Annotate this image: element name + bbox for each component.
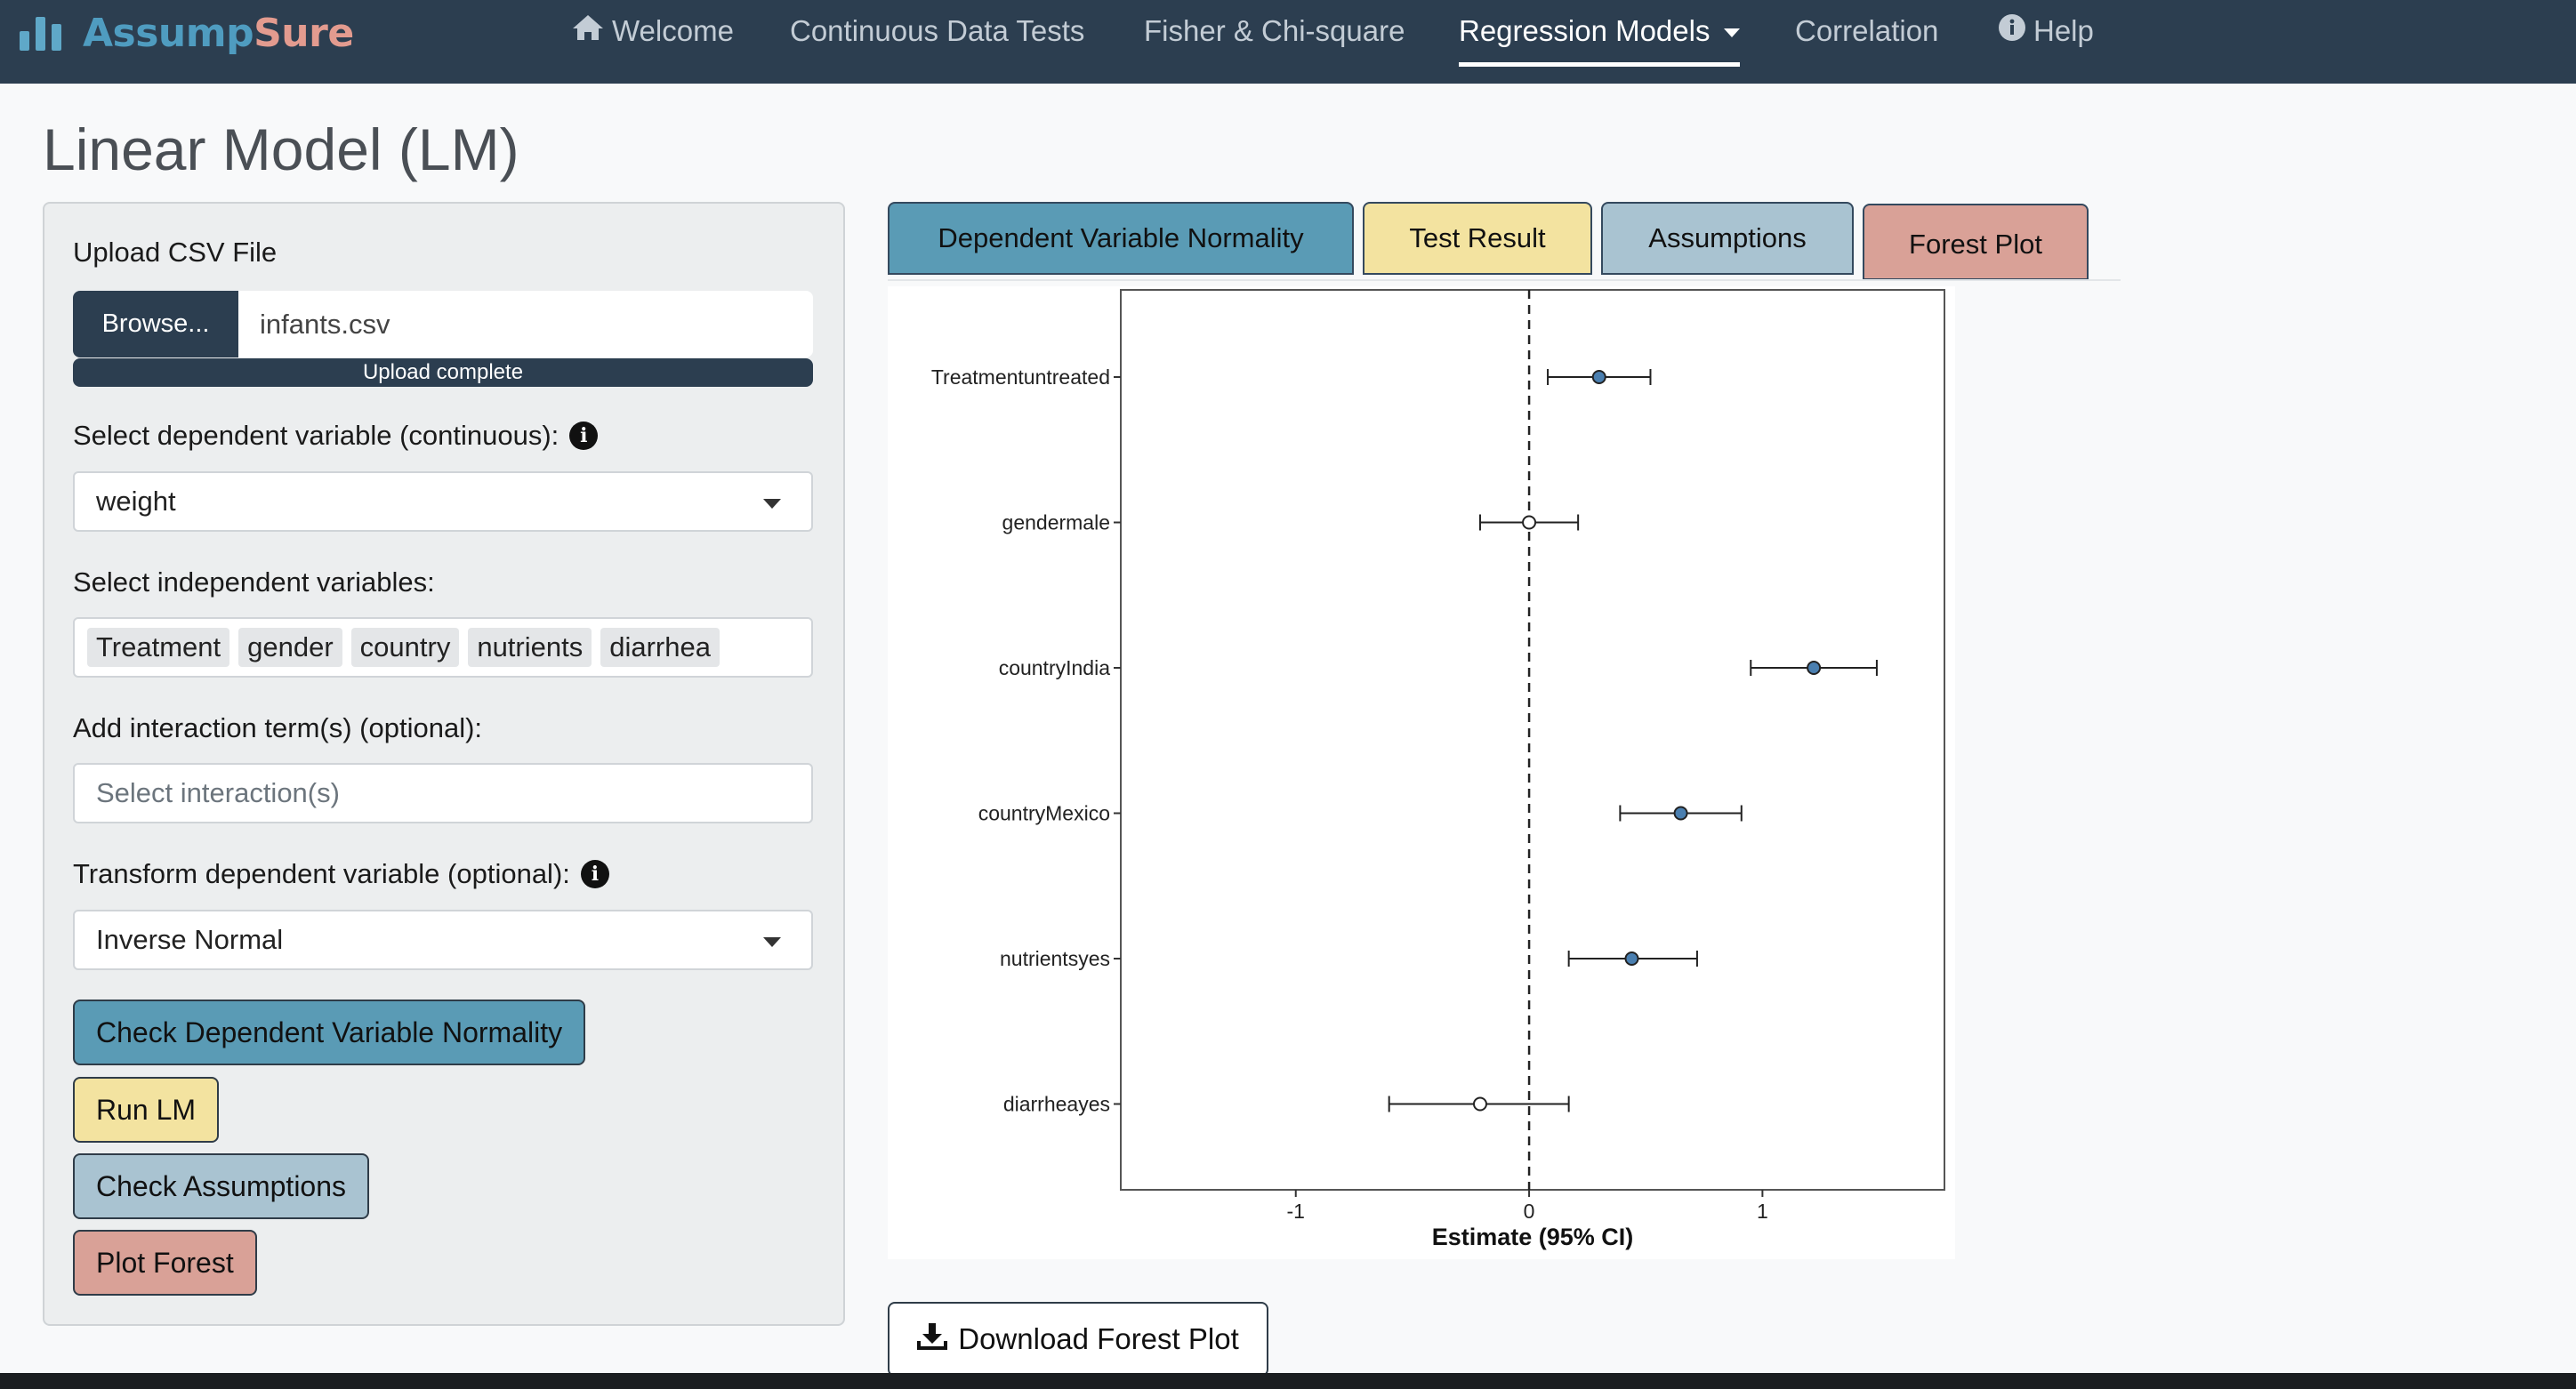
y-tick-label: gendermale [1002,511,1110,534]
x-tick-label: 1 [1757,1200,1768,1223]
nav-item-label: Correlation [1795,14,1939,47]
tab-assumptions[interactable]: Assumptions [1601,202,1854,275]
tab-divider [888,279,2121,281]
home-icon [571,13,605,49]
brand-logo[interactable]: AssumpSure [20,0,354,66]
check-assumptions-button[interactable]: Check Assumptions [73,1153,370,1219]
dependent-variable-label: Select dependent variable (continuous): … [73,420,599,452]
selected-variable-tag[interactable]: country [350,628,460,667]
forest-plot-svg: Treatmentuntreated gendermale countryIndia… [931,289,1945,1250]
info-circle-icon [1998,13,2026,49]
estimate-point [1673,806,1688,821]
nav-item-label: Welcome [612,14,734,47]
y-tick-label: countryIndia [999,656,1111,679]
x-tick-label: -1 [1287,1200,1305,1223]
estimate-point [1522,515,1537,530]
plot-panel-border [1120,289,1945,1191]
transform-value: Inverse Normal [96,924,284,955]
transform-select[interactable]: Inverse Normal [73,910,813,970]
nav-item-label: Help [2033,14,2094,47]
download-label: Download Forest Plot [958,1322,1239,1355]
dependent-variable-select[interactable]: weight [73,471,813,532]
upload-progress-bar: Upload complete [73,358,813,387]
selected-variable-tag[interactable]: Treatment [87,628,230,667]
nav-item-regression-models[interactable]: Regression Models [1459,0,1741,62]
independent-variables-select[interactable]: Treatment gender country nutrients diarr… [73,617,813,678]
forest-plot: Treatmentuntreated gendermale countryIndia… [888,286,1955,1259]
chevron-down-icon [763,499,781,509]
chevron-down-icon [1724,28,1741,37]
download-icon [917,1321,948,1357]
nav-item-help[interactable]: Help [1998,0,2094,62]
navbar: AssumpSure Welcome Continuous Data Tests… [0,0,2576,84]
interaction-select[interactable]: Select interaction(s) [73,763,813,823]
page-title: Linear Model (LM) [43,116,519,182]
estimate-point [1472,1096,1487,1112]
upload-label: Upload CSV File [73,237,278,268]
y-tick-label: nutrientsyes [1000,947,1110,970]
y-tick-label: diarrheayes [1003,1093,1110,1116]
check-normality-button[interactable]: Check Dependent Variable Normality [73,1000,586,1065]
nav-item-correlation[interactable]: Correlation [1795,0,1938,62]
estimate-point [1624,951,1639,966]
y-tick-label: countryMexico [978,802,1110,825]
nav-item-continuous-data-tests[interactable]: Continuous Data Tests [790,0,1084,62]
nav-item-label: Fisher & Chi-square [1144,14,1405,47]
active-nav-indicator [1459,62,1740,67]
brand-name-part2: Sure [254,10,354,56]
dependent-variable-value: weight [96,486,176,517]
info-icon[interactable]: i [569,422,599,450]
estimate-point [1807,661,1822,675]
estimate-point [1591,370,1606,384]
nav-item-label: Regression Models [1459,14,1711,47]
x-axis-title: Estimate (95% CI) [1432,1224,1634,1250]
selected-variable-tag[interactable]: nutrients [468,628,592,667]
selected-variable-tag[interactable]: diarrhea [600,628,720,667]
x-tick-label: 0 [1524,1200,1535,1223]
interaction-placeholder: Select interaction(s) [96,777,340,808]
nav-item-welcome[interactable]: Welcome [571,0,734,62]
tab-forest-plot[interactable]: Forest Plot [1863,204,2089,280]
tab-test-result[interactable]: Test Result [1363,202,1592,275]
window-bottom-edge [0,1373,2576,1389]
brand-name-part1: Assump [83,10,254,56]
download-forest-plot-button[interactable]: Download Forest Plot [888,1302,1268,1377]
nav-item-label: Continuous Data Tests [790,14,1085,47]
interaction-label: Add interaction term(s) (optional): [73,712,483,743]
tab-dependent-variable-normality[interactable]: Dependent Variable Normality [888,202,1354,275]
bar-chart-icon [20,15,61,51]
transform-label: Transform dependent variable (optional):… [73,858,609,890]
transform-label-text: Transform dependent variable (optional): [73,858,570,889]
selected-variable-tag[interactable]: gender [238,628,342,667]
run-lm-button[interactable]: Run LM [73,1077,220,1143]
nav-item-fisher-chi-square[interactable]: Fisher & Chi-square [1144,0,1405,62]
browse-button[interactable]: Browse... [73,291,238,357]
info-icon[interactable]: i [580,860,609,888]
file-name-field: infants.csv [238,291,813,357]
independent-variables-label: Select independent variables: [73,566,435,598]
brand-name: AssumpSure [83,11,354,56]
y-tick-label: Treatmentuntreated [931,365,1110,389]
plot-forest-button[interactable]: Plot Forest [73,1230,257,1296]
dependent-variable-label-text: Select dependent variable (continuous): [73,420,559,451]
chevron-down-icon [763,937,781,947]
